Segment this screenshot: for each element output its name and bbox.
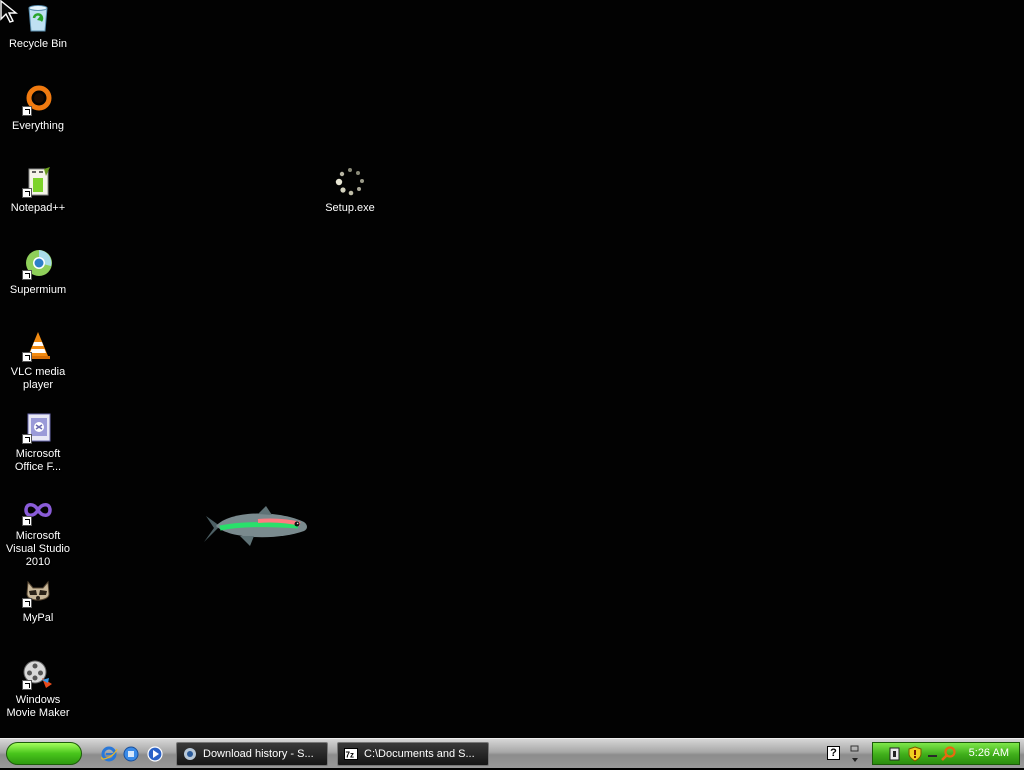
media-player-icon — [147, 746, 163, 762]
taskbar: Download history - S... 7z C:\Documents … — [0, 738, 1024, 768]
desktop-icon-supermium[interactable]: Supermium — [0, 248, 76, 297]
mouse-pointer-icon — [0, 0, 20, 24]
shortcut-arrow-icon — [22, 106, 32, 116]
taskbar-button-download-history[interactable]: Download history - S... — [176, 742, 328, 766]
desktop-icon-microsoft-office[interactable]: Microsoft Office F... — [0, 412, 76, 474]
notepad-plus-plus-icon — [22, 166, 54, 198]
quick-launch-internet-explorer[interactable] — [100, 745, 118, 763]
quick-launch-media-player[interactable] — [146, 745, 164, 763]
desktop-icon-label: MyPal — [22, 612, 54, 624]
desktop-icon-everything[interactable]: Everything — [0, 84, 76, 133]
tray-minimize-icon[interactable] — [925, 746, 941, 762]
seven-zip-icon: 7z — [344, 747, 358, 761]
shortcut-arrow-icon — [22, 434, 32, 444]
desktop-icon-label: Notepad++ — [10, 202, 66, 214]
taskbar-button-documents-folder[interactable]: 7z C:\Documents and S... — [337, 742, 489, 766]
desktop-icon-notepad-plus-plus[interactable]: Notepad++ — [0, 166, 76, 215]
tray-expand-icon[interactable] — [849, 743, 861, 765]
desktop-icon-windows-movie-maker[interactable]: Windows Movie Maker — [0, 658, 76, 720]
desktop-icon-mypal[interactable]: MyPal — [0, 576, 76, 625]
desktop-icon-label: VLC media player — [10, 366, 66, 391]
quick-launch-show-desktop[interactable] — [122, 745, 140, 763]
taskbar-button-label: C:\Documents and S... — [364, 748, 475, 760]
desktop-icon-setup-exe[interactable]: Setup.exe — [312, 166, 388, 215]
supermium-icon — [22, 248, 54, 280]
desktop-icon-label: Recycle Bin — [8, 38, 68, 50]
svg-text:7z: 7z — [346, 751, 354, 760]
shortcut-arrow-icon — [22, 352, 32, 362]
desktop-icon-label: Windows Movie Maker — [6, 694, 70, 719]
office-document-icon — [22, 412, 54, 444]
movie-maker-film-reel-icon — [22, 658, 54, 690]
everything-icon — [22, 84, 54, 116]
tray-search-icon[interactable] — [941, 746, 957, 762]
desktop-icon-label: Supermium — [9, 284, 67, 296]
browser-icon — [183, 747, 197, 761]
desktop-icon-label: Everything — [12, 120, 64, 132]
internet-explorer-icon — [101, 746, 118, 762]
help-icon[interactable]: ? — [827, 746, 840, 760]
desktop-icon-label: Microsoft Office F... — [14, 448, 62, 473]
shortcut-arrow-icon — [22, 680, 32, 690]
shortcut-arrow-icon — [22, 598, 32, 608]
desktop-icon-label: Setup.exe — [325, 202, 375, 214]
system-tray: 5:26 AM — [872, 742, 1020, 765]
visual-studio-infinity-icon — [22, 494, 54, 526]
neon-tetra-fish — [200, 502, 312, 550]
desktop[interactable]: Recycle Bin Everything Notepad++ Supermi… — [0, 0, 1024, 738]
tray-network-icon[interactable] — [889, 746, 905, 762]
desktop-icon-visual-studio-2010[interactable]: Microsoft Visual Studio 2010 — [0, 494, 76, 569]
desktop-icon-vlc-media-player[interactable]: VLC media player — [0, 330, 76, 392]
tray-security-shield-icon[interactable] — [907, 746, 923, 762]
start-button[interactable] — [6, 742, 82, 765]
taskbar-button-label: Download history - S... — [203, 748, 314, 760]
shortcut-arrow-icon — [22, 188, 32, 198]
shortcut-arrow-icon — [22, 516, 32, 526]
recycle-bin-icon — [22, 2, 54, 34]
setup-loading-icon — [334, 166, 366, 198]
shortcut-arrow-icon — [22, 270, 32, 280]
vlc-cone-icon — [22, 330, 54, 362]
show-desktop-icon — [123, 746, 139, 762]
clock[interactable]: 5:26 AM — [969, 743, 1009, 764]
mypal-raccoon-icon — [22, 576, 54, 608]
desktop-icon-label: Microsoft Visual Studio 2010 — [5, 530, 70, 568]
